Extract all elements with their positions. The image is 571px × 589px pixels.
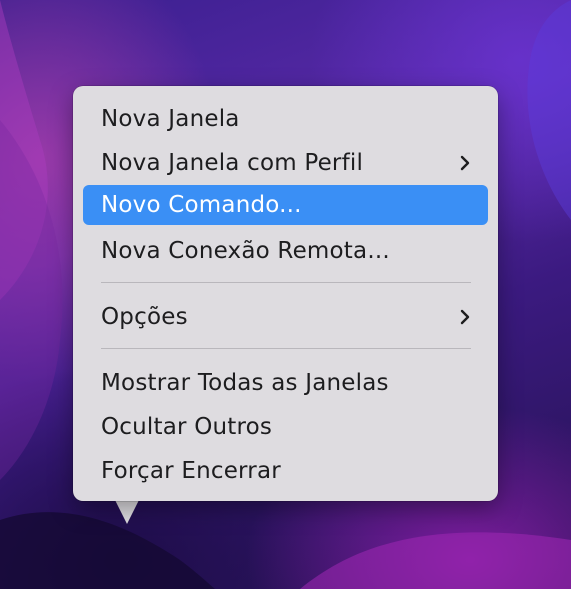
menu-item-label: Ocultar Outros [101, 414, 273, 440]
menu-separator [101, 282, 471, 283]
menu-item-nova-conexao-remota[interactable]: Nova Conexão Remota... [83, 231, 488, 271]
menu-item-opcoes[interactable]: Opções [83, 297, 488, 337]
menu-item-nova-janela[interactable]: Nova Janela [83, 99, 488, 139]
menu-pointer-tail [115, 500, 139, 524]
menu-item-label: Forçar Encerrar [101, 458, 281, 484]
menu-item-mostrar-todas-as-janelas[interactable]: Mostrar Todas as Janelas [83, 363, 488, 403]
menu-item-nova-janela-com-perfil[interactable]: Nova Janela com Perfil [83, 143, 488, 183]
menu-item-label: Nova Conexão Remota... [101, 238, 390, 264]
menu-item-forcar-encerrar[interactable]: Forçar Encerrar [83, 451, 488, 491]
menu-item-label: Nova Janela [101, 106, 240, 132]
dock-context-menu: Nova Janela Nova Janela com Perfil Novo … [73, 86, 498, 501]
menu-separator [101, 348, 471, 349]
menu-item-label: Mostrar Todas as Janelas [101, 370, 389, 396]
menu-item-label: Nova Janela com Perfil [101, 150, 364, 176]
menu-item-label: Opções [101, 304, 188, 330]
menu-item-ocultar-outros[interactable]: Ocultar Outros [83, 407, 488, 447]
chevron-right-icon [460, 309, 470, 325]
menu-item-label: Novo Comando... [101, 192, 302, 218]
menu-item-novo-comando[interactable]: Novo Comando... [83, 185, 488, 225]
chevron-right-icon [460, 155, 470, 171]
